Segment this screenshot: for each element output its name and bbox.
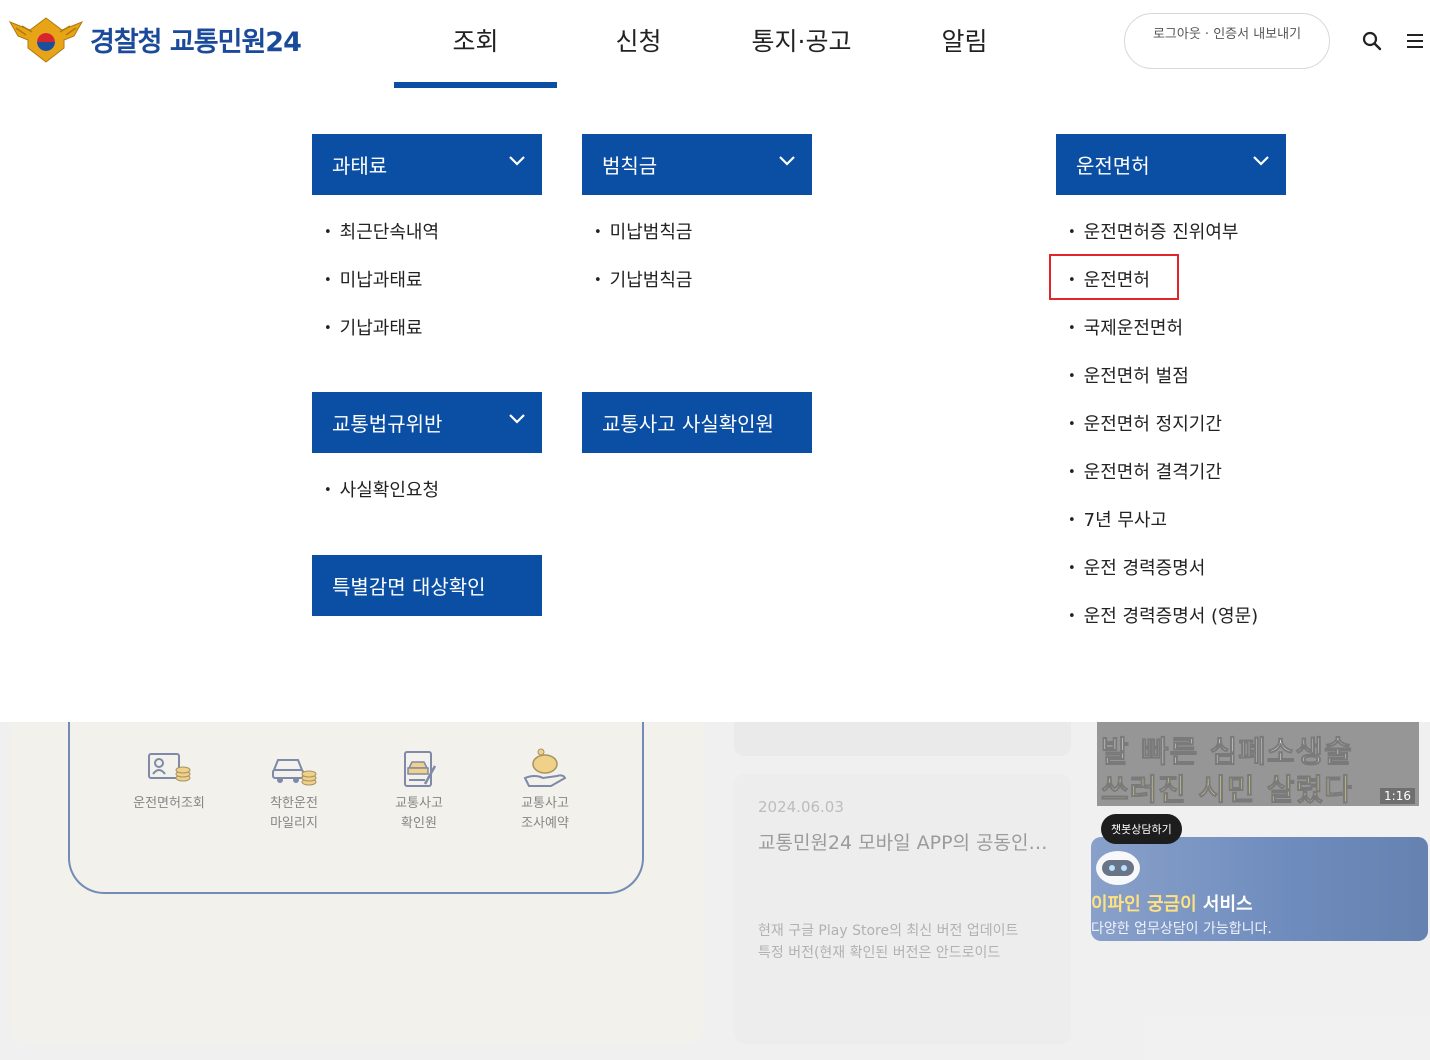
- mega-menu-panel: 과태료 최근단속내역 미납과태료 기납과태료 범칙금 미납범칙금 기납범칙금 운…: [0, 88, 1430, 722]
- chatbot-title: 이파인 궁금이 서비스: [1091, 890, 1253, 916]
- police-emblem-icon: [8, 17, 84, 63]
- notice-desc-line: 특정 버전(현재 확인된 버전은 안드로이드: [758, 945, 1001, 961]
- car-coins-icon: [272, 759, 317, 786]
- category-title: 운전면허: [1076, 154, 1150, 178]
- category-traffic-violation[interactable]: 교통법규위반: [312, 392, 542, 453]
- menu-item-fact-confirmation-request[interactable]: 사실확인요청: [324, 476, 439, 502]
- chevron-down-icon: [779, 156, 795, 166]
- chatbot-bubble[interactable]: 챗봇상담하기: [1101, 814, 1182, 844]
- video-caption: 발 빠른 심폐소생술 쓰러진 시민 살렸다: [1101, 734, 1353, 807]
- category-special-reduction[interactable]: 특별감면 대상확인: [312, 555, 542, 616]
- notice-date: 2024.06.03: [758, 798, 844, 816]
- chevron-down-icon: [509, 414, 525, 424]
- category-title: 교통법규위반: [332, 412, 443, 436]
- category-license[interactable]: 운전면허: [1056, 134, 1286, 195]
- chatbot-title-rest: 서비스: [1196, 894, 1253, 915]
- nav-label: 조회: [452, 27, 499, 56]
- nav-label: 알림: [941, 27, 988, 56]
- nav-news[interactable]: 알림: [883, 0, 1046, 88]
- quick-menu-box: 운전면허조회 착한운전 마일리지 교통사고 확인원 교통사고 조사예약: [68, 722, 644, 894]
- menu-item-unpaid-fine[interactable]: 미납과태료: [324, 266, 423, 292]
- menu-item-seven-year-no-accident[interactable]: 7년 무사고: [1068, 506, 1167, 532]
- quick-link-good-driving-mileage[interactable]: 착한운전 마일리지: [239, 748, 349, 834]
- video-thumbnail[interactable]: 발 빠른 심폐소생술 쓰러진 시민 살렸다 1:16: [1097, 722, 1419, 806]
- search-icon[interactable]: [1361, 30, 1383, 52]
- chevron-down-icon: [509, 156, 525, 166]
- video-duration: 1:16: [1380, 788, 1415, 804]
- license-card-icon: [148, 753, 191, 782]
- chevron-down-icon: [1253, 156, 1269, 166]
- menu-item-license-points[interactable]: 운전면허 벌점: [1068, 362, 1189, 388]
- previous-notice-card: [734, 722, 1071, 756]
- nav-application[interactable]: 신청: [557, 0, 720, 88]
- menu-item-paid-fine[interactable]: 기납과태료: [324, 314, 423, 340]
- accident-document-icon: [404, 751, 437, 787]
- notice-title: 교통민원24 모바일 APP의 공동인증서: [758, 832, 1054, 854]
- chatbot-robot-icon: [1096, 851, 1140, 885]
- chatbot-title-accent: 이파인 궁금이: [1091, 894, 1197, 915]
- highlight-box: [1049, 254, 1179, 300]
- quick-link-label: 확인원: [401, 816, 437, 831]
- nav-label: 통지·공고: [751, 27, 852, 56]
- menu-item-paid-penalty[interactable]: 기납범칙금: [594, 266, 693, 292]
- quick-link-label: 교통사고: [521, 796, 569, 811]
- category-fine[interactable]: 과태료: [312, 134, 542, 195]
- logo-text: 경찰청 교통민원24: [90, 26, 302, 58]
- notice-card[interactable]: 2024.06.03 교통민원24 모바일 APP의 공동인증서 현재 구글 P…: [734, 774, 1071, 1044]
- site-logo[interactable]: 경찰청 교통민원24: [8, 14, 302, 64]
- menu-item-license-suspension[interactable]: 운전면허 정지기간: [1068, 410, 1222, 436]
- category-accident-certificate[interactable]: 교통사고 사실확인원: [582, 392, 812, 453]
- quick-link-accident-reservation[interactable]: 교통사고 조사예약: [490, 748, 600, 834]
- quick-link-label: 마일리지: [270, 816, 318, 831]
- hamburger-menu-icon[interactable]: [1405, 31, 1427, 51]
- menu-item-license-disqualification[interactable]: 운전면허 결격기간: [1068, 458, 1222, 484]
- category-title: 범칙금: [602, 154, 658, 178]
- menu-item-unpaid-penalty[interactable]: 미납범칙금: [594, 218, 693, 244]
- menu-item-driving-record[interactable]: 운전 경력증명서: [1068, 554, 1206, 580]
- nav-inquiry[interactable]: 조회: [394, 0, 557, 88]
- main-nav: 조회 신청 통지·공고 알림: [394, 0, 1046, 88]
- nav-notice[interactable]: 통지·공고: [720, 0, 883, 88]
- nav-label: 신청: [615, 27, 662, 56]
- background-page: 운전면허조회 착한운전 마일리지 교통사고 확인원 교통사고 조사예약 2024…: [0, 722, 1430, 1060]
- video-caption-line: 쓰러진 시민 살렸다: [1101, 773, 1353, 807]
- quick-link-license-inquiry[interactable]: 운전면허조회: [114, 748, 224, 814]
- quick-link-accident-certificate[interactable]: 교통사고 확인원: [364, 748, 474, 834]
- quick-link-label: 착한운전: [270, 796, 318, 811]
- notice-desc-line: 현재 구글 Play Store의 최신 버전 업데이트: [758, 923, 1019, 939]
- quick-link-label: 운전면허조회: [133, 796, 205, 811]
- category-title: 교통사고 사실확인원: [602, 412, 774, 436]
- menu-item-recent-violations[interactable]: 최근단속내역: [324, 218, 439, 244]
- notice-description: 현재 구글 Play Store의 최신 버전 업데이트 특정 버전(현재 확인…: [758, 920, 1048, 964]
- quick-link-label: 조사예약: [521, 816, 569, 831]
- menu-item-driving-record-english[interactable]: 운전 경력증명서 (영문): [1068, 602, 1259, 628]
- category-penalty[interactable]: 범칙금: [582, 134, 812, 195]
- logout-cert-export-button[interactable]: 로그아웃 · 인증서 내보내기: [1124, 13, 1330, 69]
- video-caption-line: 발 빠른 심폐소생술: [1101, 735, 1353, 771]
- piggy-bank-icon: [523, 748, 567, 787]
- chatbot-description: 다양한 업무상담이 가능합니다.: [1091, 921, 1272, 937]
- quick-link-label: 교통사고: [395, 796, 443, 811]
- quick-menu-area: 운전면허조회 착한운전 마일리지 교통사고 확인원 교통사고 조사예약: [10, 722, 704, 1042]
- menu-item-license-authenticity[interactable]: 운전면허증 진위여부: [1068, 218, 1239, 244]
- menu-item-international-license[interactable]: 국제운전면허: [1068, 314, 1183, 340]
- category-title: 특별감면 대상확인: [332, 575, 486, 599]
- site-header: 경찰청 교통민원24 조회 신청 통지·공고 알림 로그아웃 · 인증서 내보내…: [0, 0, 1430, 88]
- category-title: 과태료: [332, 154, 388, 178]
